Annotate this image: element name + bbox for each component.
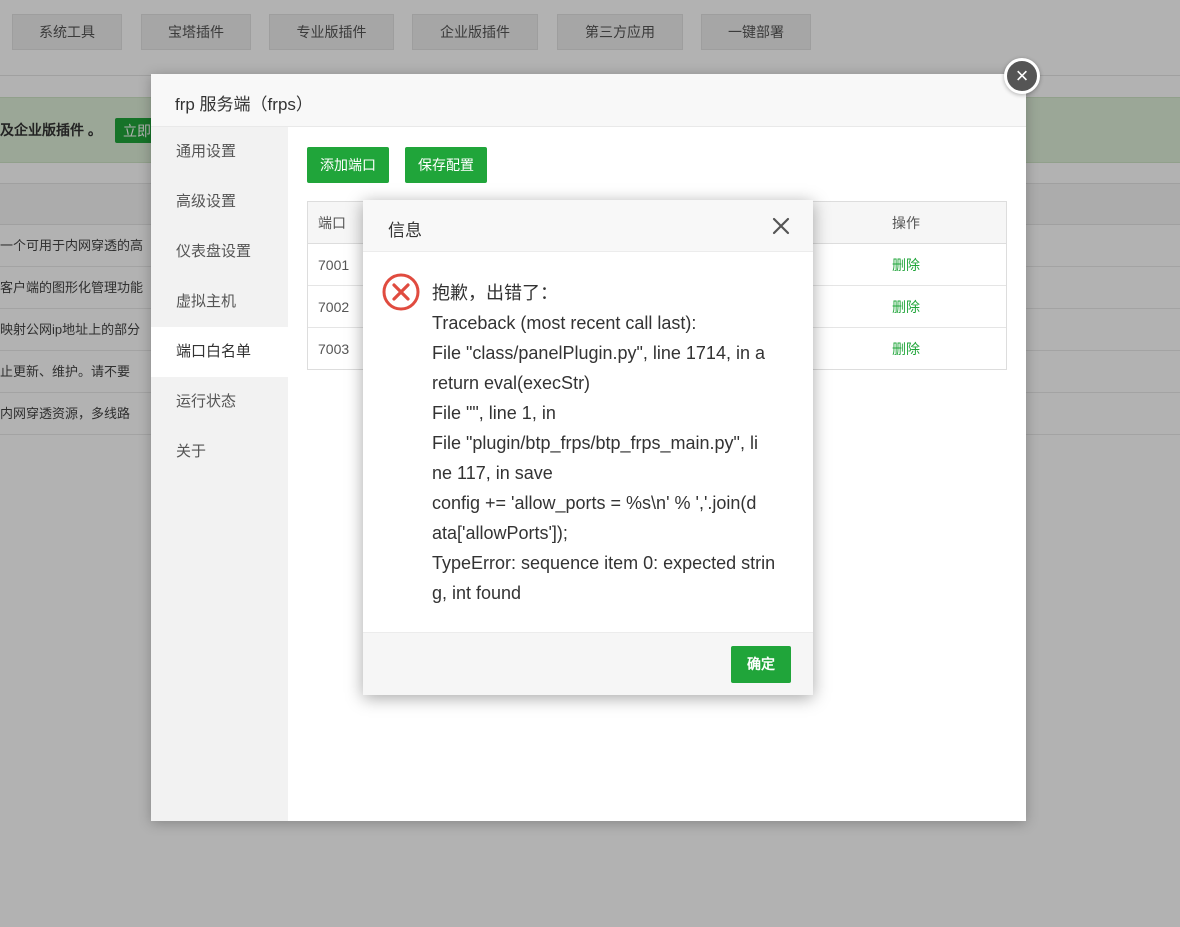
port-value: 7001 — [318, 257, 350, 273]
error-line: Traceback (most recent call last): — [432, 313, 697, 333]
dialog-title: 信息 — [388, 221, 422, 240]
panel-header: frp 服务端（frps） — [151, 74, 1026, 127]
error-line: TypeError: sequence item 0: expected str… — [432, 553, 776, 573]
port-value: 7002 — [318, 299, 350, 315]
sidebar-item-port-whitelist[interactable]: 端口白名单 — [151, 327, 288, 377]
add-port-button[interactable]: 添加端口 — [307, 147, 389, 183]
save-config-button[interactable]: 保存配置 — [405, 147, 487, 183]
error-line: 抱歉，出错了： — [432, 283, 558, 303]
dialog-body: 抱歉，出错了： Traceback (most recent call last… — [363, 252, 813, 632]
error-message: 抱歉，出错了： Traceback (most recent call last… — [432, 278, 794, 608]
error-line: ne 117, in save — [432, 463, 553, 483]
sidebar-item-dashboard[interactable]: 仪表盘设置 — [151, 227, 288, 277]
sidebar-item-advanced[interactable]: 高级设置 — [151, 177, 288, 227]
error-dialog: 信息 抱歉，出错了： Traceback (most recent call l… — [363, 200, 813, 695]
error-line: return eval(execStr) — [432, 373, 591, 393]
close-icon: × — [1015, 63, 1029, 88]
error-line: config += 'allow_ports = %s\n' % ','.joi… — [432, 493, 757, 513]
close-icon[interactable] — [770, 215, 792, 237]
column-header-action: 操作 — [892, 215, 920, 231]
panel-close-button[interactable]: × — [1004, 58, 1040, 94]
panel-title: frp 服务端（frps） — [175, 95, 313, 114]
delete-link[interactable]: 删除 — [892, 244, 920, 286]
sidebar-item-status[interactable]: 运行状态 — [151, 377, 288, 427]
ok-button[interactable]: 确定 — [731, 646, 791, 683]
error-line: File "plugin/btp_frps/btp_frps_main.py",… — [432, 433, 758, 453]
error-icon — [382, 273, 420, 311]
error-line: ata['allowPorts']); — [432, 523, 568, 543]
error-line: File "", line 1, in — [432, 403, 556, 423]
column-header-port: 端口 — [318, 215, 346, 231]
sidebar-item-vhost[interactable]: 虚拟主机 — [151, 277, 288, 327]
dialog-header: 信息 — [363, 200, 813, 252]
sidebar-item-general[interactable]: 通用设置 — [151, 127, 288, 177]
delete-link[interactable]: 删除 — [892, 286, 920, 328]
error-line: g, int found — [432, 583, 522, 603]
panel-sidebar: 通用设置 高级设置 仪表盘设置 虚拟主机 端口白名单 运行状态 关于 — [151, 127, 288, 821]
sidebar-item-about[interactable]: 关于 — [151, 427, 288, 477]
error-line: File "class/panelPlugin.py", line 1714, … — [432, 343, 765, 363]
delete-link[interactable]: 删除 — [892, 328, 920, 370]
port-value: 7003 — [318, 341, 350, 357]
dialog-footer: 确定 — [363, 632, 813, 695]
